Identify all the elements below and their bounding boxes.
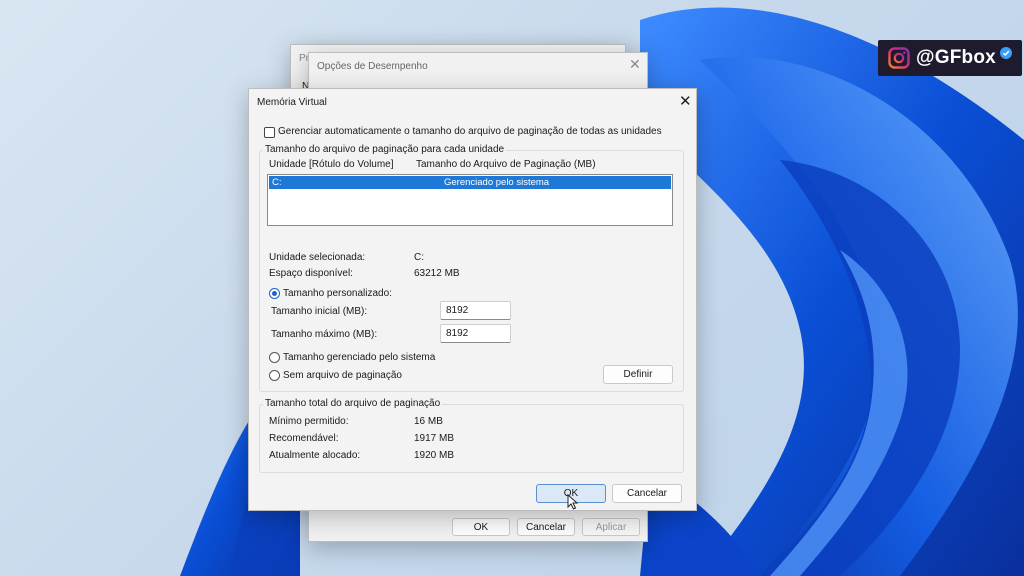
- initial-size-label: Tamanho inicial (MB):: [271, 306, 368, 317]
- no-paging-label[interactable]: Sem arquivo de paginação: [283, 370, 402, 381]
- dialog-title: Memória Virtual: [257, 97, 327, 108]
- drive-list[interactable]: C: Gerenciado pelo sistema: [267, 174, 673, 226]
- size-cell: Gerenciado pelo sistema: [444, 177, 550, 188]
- window-title: Opções de Desempenho: [317, 61, 428, 72]
- instagram-icon: [888, 47, 910, 69]
- total-size-group-legend: Tamanho total do arquivo de paginação: [263, 398, 443, 409]
- verified-icon: [999, 47, 1012, 59]
- initial-size-input[interactable]: 8192: [440, 301, 511, 320]
- close-icon[interactable]: ✕: [679, 92, 692, 110]
- max-size-input[interactable]: 8192: [440, 324, 511, 343]
- drive-cell: C:: [272, 177, 282, 188]
- system-managed-label[interactable]: Tamanho gerenciado pelo sistema: [283, 352, 435, 363]
- custom-size-label[interactable]: Tamanho personalizado:: [283, 288, 392, 299]
- free-space-label: Espaço disponível:: [269, 268, 353, 279]
- selected-drive-label: Unidade selecionada:: [269, 252, 366, 263]
- custom-size-radio[interactable]: [269, 288, 280, 299]
- auto-manage-checkbox[interactable]: [264, 127, 275, 138]
- no-paging-radio[interactable]: [269, 370, 280, 381]
- cancel-button[interactable]: Cancelar: [612, 484, 682, 503]
- system-managed-radio[interactable]: [269, 352, 280, 363]
- free-space-value: 63212 MB: [414, 268, 460, 279]
- apply-button: Aplicar: [582, 518, 640, 536]
- auto-manage-label[interactable]: Gerenciar automaticamente o tamanho do a…: [278, 126, 662, 137]
- ok-button[interactable]: OK: [452, 518, 510, 536]
- column-header-drive: Unidade [Rótulo do Volume]: [269, 159, 394, 170]
- allocated-value: 1920 MB: [414, 450, 455, 461]
- mouse-cursor-icon: [567, 494, 579, 510]
- selected-drive-value: C:: [414, 252, 424, 263]
- set-button[interactable]: Definir: [603, 365, 673, 384]
- recommended-label: Recomendável:: [269, 433, 339, 444]
- watermark-badge: @GFbox: [878, 40, 1022, 76]
- allocated-label: Atualmente alocado:: [269, 450, 361, 461]
- max-size-label: Tamanho máximo (MB):: [271, 329, 378, 340]
- recommended-value: 1917 MB: [414, 433, 455, 444]
- list-item[interactable]: C: Gerenciado pelo sistema: [269, 176, 671, 189]
- virtual-memory-dialog: Memória Virtual ✕ Gerenciar automaticame…: [248, 88, 697, 511]
- min-allowed-value: 16 MB: [414, 416, 443, 427]
- min-allowed-label: Mínimo permitido:: [269, 416, 349, 427]
- per-drive-group-legend: Tamanho do arquivo de paginação para cad…: [263, 144, 507, 155]
- close-icon[interactable]: ✕: [629, 56, 641, 73]
- watermark-handle: @GFbox: [916, 47, 996, 68]
- cancel-button[interactable]: Cancelar: [517, 518, 575, 536]
- column-header-size: Tamanho do Arquivo de Paginação (MB): [416, 159, 596, 170]
